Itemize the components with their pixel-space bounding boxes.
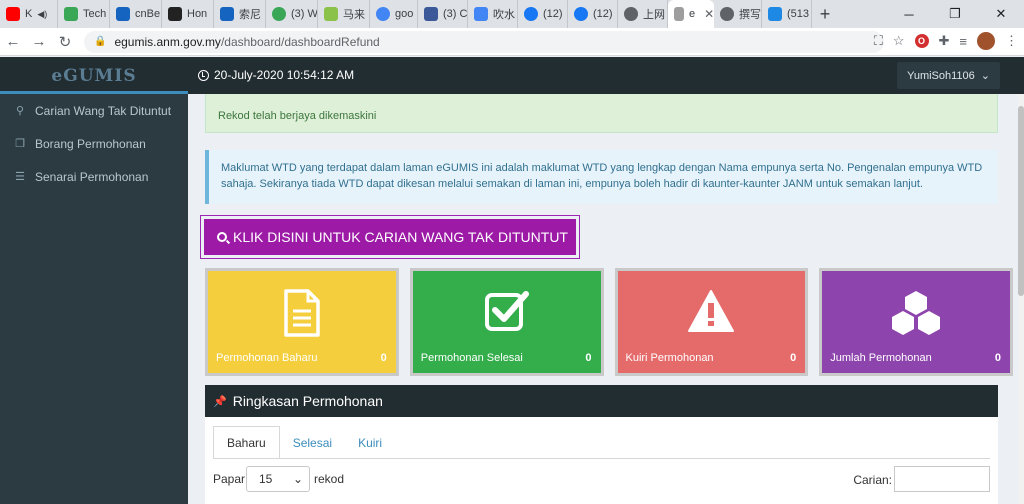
- close-window-icon[interactable]: ✕: [978, 0, 1024, 28]
- summary-panel-header: 📌 Ringkasan Permohonan: [205, 385, 998, 417]
- sidebar-item-carian[interactable]: ⚲ Carian Wang Tak Dituntut: [0, 94, 188, 127]
- new-tab-button[interactable]: +: [812, 4, 838, 25]
- facebook-icon: [574, 7, 588, 21]
- reload-icon[interactable]: ↻: [52, 33, 78, 51]
- cubes-icon: [822, 289, 1010, 337]
- bookmark-star-icon[interactable]: ☆: [893, 33, 905, 49]
- search-icon: [217, 232, 227, 242]
- list-icon: ☰: [15, 171, 25, 183]
- address-bar[interactable]: 🔒 egumis.anm.gov.my/dashboard/dashboardR…: [84, 30, 884, 53]
- clock-icon: [198, 69, 209, 81]
- tabs-divider: [213, 458, 990, 459]
- forward-icon[interactable]: →: [26, 33, 52, 50]
- app-root: K ◀) Tech cnBe Hon 索尼 (3) W 马来 goo (3) C …: [0, 0, 1024, 504]
- user-menu-dropdown[interactable]: YumiSoh1106 ⌄: [897, 62, 1000, 89]
- summary-tabs: Baharu Selesai Kuiri: [213, 426, 395, 459]
- media-queue-icon[interactable]: ≡: [959, 34, 967, 49]
- window-controls: ─ ❐ ✕: [886, 0, 1024, 28]
- tab-favicon: [220, 7, 234, 21]
- docs-icon: [474, 7, 488, 21]
- extensions-puzzle-icon[interactable]: ✚: [939, 33, 950, 49]
- table-controls: Papar 15 ⌄ rekod Carian:: [213, 466, 990, 492]
- tab-favicon: [272, 7, 286, 21]
- browser-tab[interactable]: Tech: [58, 0, 110, 28]
- browser-tab[interactable]: cnBe: [110, 0, 162, 28]
- tab-favicon: [768, 7, 782, 21]
- tab-baharu[interactable]: Baharu: [213, 426, 280, 459]
- carian-search-input[interactable]: [894, 466, 990, 492]
- toolbar-icons: ⛶ ☆ O ✚ ≡ ⋮: [874, 32, 1018, 50]
- youtube-icon: [6, 7, 20, 21]
- tab-favicon: [64, 7, 78, 21]
- browser-tab[interactable]: Hon: [162, 0, 214, 28]
- browser-tab[interactable]: (3) C: [418, 0, 468, 28]
- carian-wtd-button[interactable]: KLIK DISINI UNTUK CARIAN WANG TAK DITUNT…: [204, 219, 576, 255]
- speaker-icon: ◀): [37, 8, 48, 19]
- search-icon: ⚲: [15, 105, 25, 117]
- brand-logo[interactable]: eGUMIS: [0, 57, 188, 94]
- browser-tab-strip: K ◀) Tech cnBe Hon 索尼 (3) W 马来 goo (3) C …: [0, 0, 1024, 28]
- page-size-select[interactable]: 15 ⌄: [246, 466, 310, 492]
- chevron-down-icon: ⌄: [980, 70, 990, 82]
- search-button-frame: KLIK DISINI UNTUK CARIAN WANG TAK DITUNT…: [200, 215, 580, 259]
- tab-kuiri[interactable]: Kuiri: [345, 426, 395, 459]
- restore-icon[interactable]: ❐: [932, 0, 978, 28]
- thumbtack-icon: 📌: [213, 395, 227, 408]
- lock-icon: 🔒: [94, 36, 107, 47]
- header-datetime: 20-July-2020 10:54:12 AM: [198, 68, 354, 82]
- browser-tab[interactable]: 上网: [618, 0, 668, 28]
- browser-tab[interactable]: goo: [370, 0, 418, 28]
- tab-favicon: [674, 7, 684, 21]
- stat-boxes: Permohonan Baharu 0 Permohonan Selesai 0…: [205, 268, 1013, 376]
- globe-icon: [624, 7, 638, 21]
- sidebar: ⚲ Carian Wang Tak Dituntut ❐ Borang Perm…: [0, 94, 188, 504]
- tab-selesai[interactable]: Selesai: [280, 426, 345, 459]
- browser-tab[interactable]: 撰写: [714, 0, 762, 28]
- browser-tab[interactable]: K ◀): [0, 0, 58, 28]
- browser-tab-active[interactable]: e ✕: [668, 0, 714, 28]
- success-alert: Rekod telah berjaya dikemaskini: [205, 94, 998, 133]
- stat-box-baharu[interactable]: Permohonan Baharu 0: [205, 268, 399, 376]
- browser-toolbar: ← → ↻ 🔒 egumis.anm.gov.my/dashboard/dash…: [0, 28, 1024, 56]
- browser-tab[interactable]: (3) W: [266, 0, 318, 28]
- google-icon: [376, 7, 390, 21]
- info-callout: Maklumat WTD yang terdapat dalam laman e…: [205, 150, 998, 204]
- copy-icon: ❐: [15, 138, 25, 150]
- opera-extension-icon[interactable]: O: [914, 34, 929, 48]
- stat-box-kuiri[interactable]: Kuiri Permohonan 0: [614, 268, 809, 376]
- summary-panel: 📌 Ringkasan Permohonan Baharu Selesai Ku…: [205, 385, 998, 504]
- translate-icon[interactable]: ⛶: [874, 33, 883, 49]
- stat-box-selesai[interactable]: Permohonan Selesai 0: [409, 268, 604, 376]
- facebook-icon: [424, 7, 438, 21]
- facebook-icon: [524, 7, 538, 21]
- chevron-down-icon: ⌄: [292, 472, 303, 486]
- sidebar-item-senarai[interactable]: ☰ Senarai Permohonan: [0, 160, 188, 193]
- page-scrollbar[interactable]: [1018, 94, 1024, 504]
- browser-tab[interactable]: 吹水: [468, 0, 518, 28]
- sidebar-item-borang[interactable]: ❐ Borang Permohonan: [0, 127, 188, 160]
- tab-favicon: [116, 7, 130, 21]
- minimize-icon[interactable]: ─: [886, 0, 932, 28]
- back-icon[interactable]: ←: [0, 33, 26, 50]
- check-square-icon: [413, 289, 601, 337]
- app-header: eGUMIS 20-July-2020 10:54:12 AM YumiSoh1…: [0, 57, 1024, 94]
- tab-favicon: [720, 7, 734, 21]
- browser-tab[interactable]: (12): [518, 0, 568, 28]
- profile-avatar[interactable]: [977, 32, 995, 50]
- leaf-icon: [324, 7, 338, 21]
- browser-tab[interactable]: (12): [568, 0, 618, 28]
- warning-icon: [618, 289, 806, 337]
- document-icon: [208, 289, 396, 337]
- scrollbar-thumb[interactable]: [1018, 106, 1024, 296]
- menu-kebab-icon[interactable]: ⋮: [1005, 33, 1018, 49]
- url-text: egumis.anm.gov.my/dashboard/dashboardRef…: [114, 34, 380, 49]
- browser-tab[interactable]: (513: [762, 0, 812, 28]
- playstation-icon: [168, 7, 182, 21]
- browser-tab[interactable]: 马来: [318, 0, 370, 28]
- close-tab-icon[interactable]: ✕: [704, 7, 714, 21]
- stat-box-jumlah[interactable]: Jumlah Permohonan 0: [819, 268, 1013, 376]
- browser-tab[interactable]: 索尼: [214, 0, 266, 28]
- main-content: Rekod telah berjaya dikemaskini Maklumat…: [188, 94, 1018, 504]
